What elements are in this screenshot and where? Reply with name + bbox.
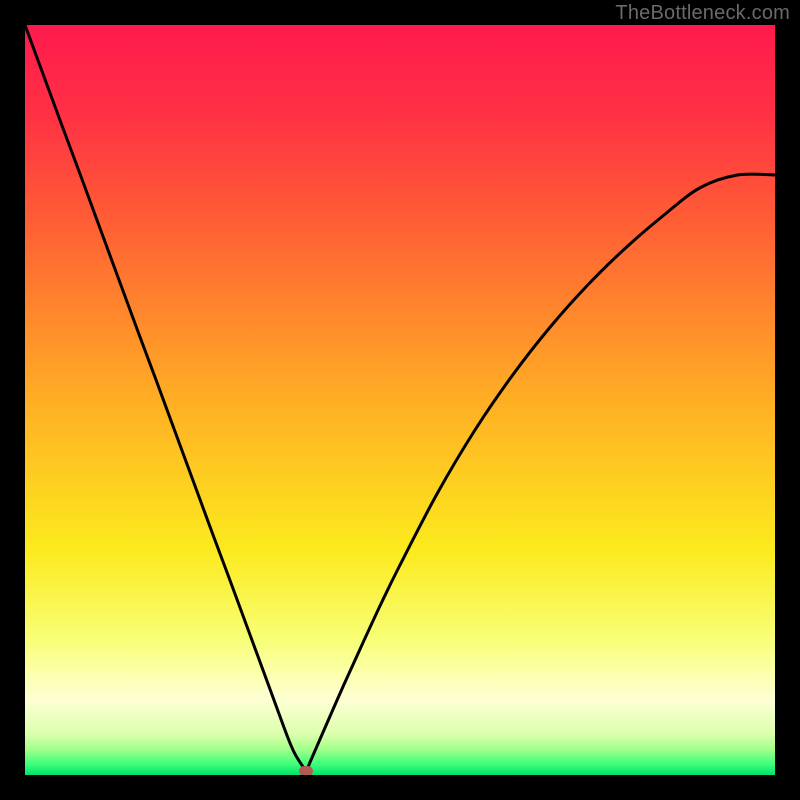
optimal-point-marker	[299, 766, 313, 775]
outer-frame: TheBottleneck.com	[0, 0, 800, 800]
plot-area	[25, 25, 775, 775]
bottleneck-curve	[25, 25, 775, 775]
watermark-text: TheBottleneck.com	[615, 2, 790, 25]
